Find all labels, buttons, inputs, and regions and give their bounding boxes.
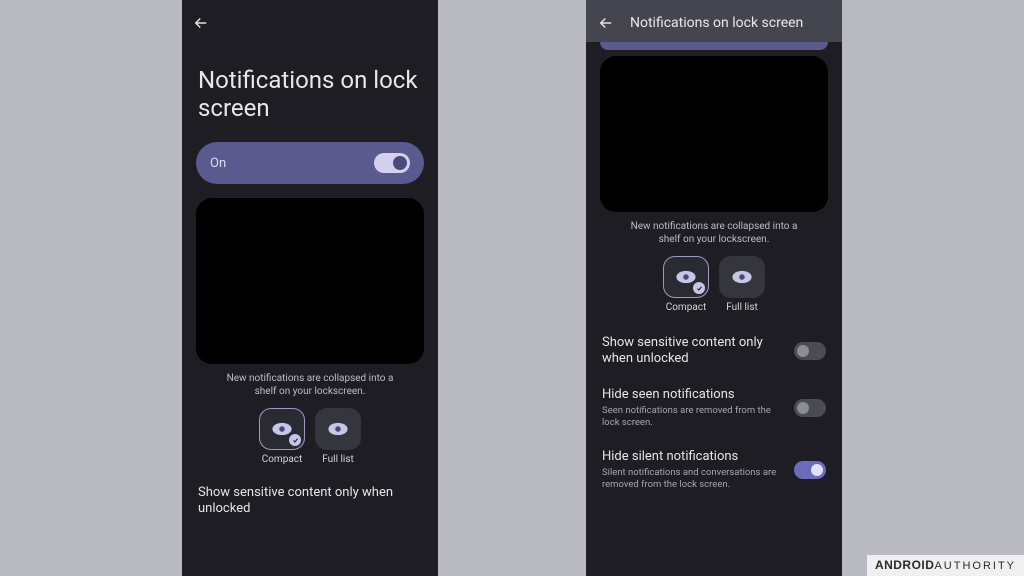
collapsed-header: Notifications on lock screen (586, 4, 842, 42)
collapsed-header-title: Notifications on lock screen (630, 15, 803, 31)
setting-hide-silent-title: Hide silent notifications (602, 449, 784, 465)
switch-off-icon[interactable] (794, 399, 826, 417)
eye-compact-icon (675, 270, 697, 284)
setting-sensitive[interactable]: Show sensitive content only when unlocke… (600, 325, 828, 377)
setting-hide-silent[interactable]: Hide silent notifications Silent notific… (600, 439, 828, 501)
back-icon[interactable] (192, 14, 210, 32)
option-full-label: Full list (322, 454, 354, 465)
check-icon (289, 434, 301, 446)
option-compact[interactable]: Compact (663, 256, 709, 313)
option-full-label: Full list (726, 302, 758, 313)
layout-options: Compact Full list (600, 256, 828, 313)
option-full[interactable]: Full list (719, 256, 765, 313)
master-toggle[interactable]: On (196, 142, 424, 184)
switch-off-icon[interactable] (794, 342, 826, 360)
option-full[interactable]: Full list (315, 408, 361, 465)
lockscreen-preview (196, 198, 424, 364)
watermark: ANDROIDAUTHORITY (867, 555, 1024, 576)
setting-hide-seen-sub: Seen notifications are removed from the … (602, 405, 784, 429)
option-compact[interactable]: Compact (259, 408, 305, 465)
setting-sensitive[interactable]: Show sensitive content only when unlocke… (196, 475, 424, 527)
back-icon[interactable] (596, 13, 616, 33)
eye-full-icon (327, 422, 349, 436)
switch-on-icon (374, 153, 410, 173)
master-toggle-label: On (210, 156, 226, 171)
option-compact-label: Compact (666, 302, 707, 313)
preview-hint: New notifications are collapsed into a s… (196, 364, 424, 408)
eye-full-icon (731, 270, 753, 284)
back-row (182, 4, 438, 42)
switch-on-icon[interactable] (794, 461, 826, 479)
preview-hint: New notifications are collapsed into a s… (600, 212, 828, 256)
setting-sensitive-title: Show sensitive content only when unlocke… (198, 485, 422, 517)
option-compact-label: Compact (262, 454, 303, 465)
setting-hide-seen-title: Hide seen notifications (602, 387, 784, 403)
watermark-brand2: AUTHORITY (934, 560, 1016, 572)
setting-hide-seen[interactable]: Hide seen notifications Seen notificatio… (600, 377, 828, 439)
master-toggle-peek (600, 42, 828, 50)
setting-hide-silent-sub: Silent notifications and conversations a… (602, 467, 784, 491)
page-title: Notifications on lock screen (182, 42, 438, 142)
layout-options: Compact Full list (196, 408, 424, 465)
eye-compact-icon (271, 422, 293, 436)
watermark-brand1: ANDROID (875, 558, 935, 572)
phone-screenshot-left: 16:00 Notifications on lock screen On Ne… (182, 0, 438, 576)
phone-screenshot-right: 16:00 Notifications on lock screen New n… (586, 0, 842, 576)
lockscreen-preview (600, 56, 828, 212)
check-icon (693, 282, 705, 294)
setting-sensitive-title: Show sensitive content only when unlocke… (602, 335, 784, 367)
